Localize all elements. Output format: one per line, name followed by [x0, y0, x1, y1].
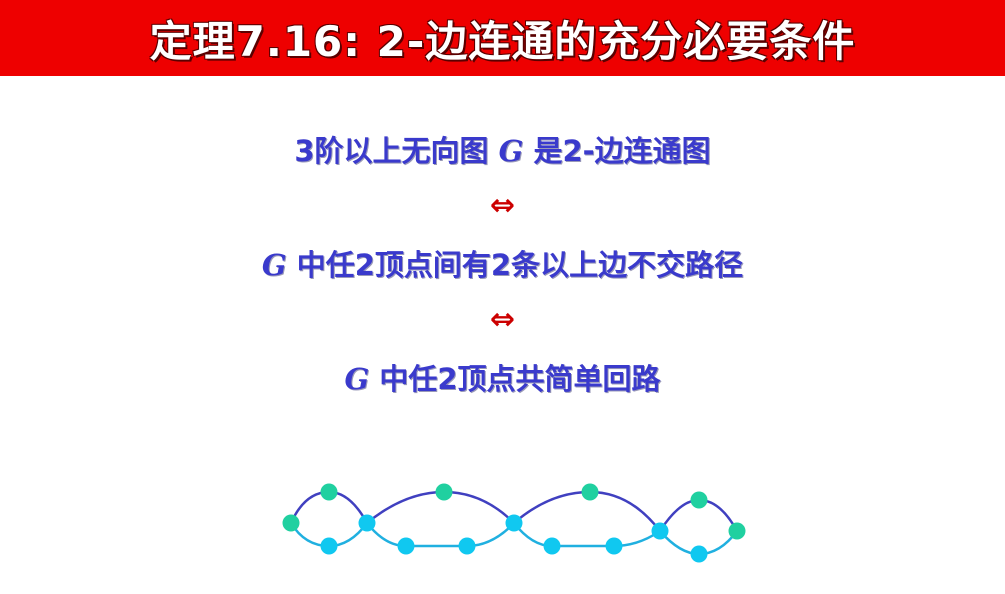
graph-illustration — [282, 483, 746, 563]
statement-1-pre: 3阶以上无向图 — [294, 134, 499, 168]
node — [397, 537, 415, 555]
node — [320, 537, 338, 555]
node — [458, 537, 476, 555]
lower-edge-3 — [513, 522, 661, 548]
statement-3: G 中任2顶点共简单回路 — [0, 356, 1005, 398]
statement-1-g: G — [498, 134, 524, 168]
node — [435, 483, 453, 501]
statement-2-post: 中任2顶点间有2条以上边不交路径 — [286, 248, 744, 282]
node — [320, 483, 338, 501]
statement-3-g: G — [344, 362, 370, 396]
statement-1: 3阶以上无向图 G 是2-边连通图 — [0, 128, 1005, 170]
node — [543, 537, 561, 555]
statement-2: G 中任2顶点间有2条以上边不交路径 — [0, 242, 1005, 284]
node — [605, 537, 623, 555]
node — [581, 483, 599, 501]
statement-3-post: 中任2顶点共简单回路 — [369, 362, 661, 396]
lower-edge-2 — [366, 522, 515, 548]
node — [690, 491, 708, 509]
title-bar: 定理7.16: 2-边连通的充分必要条件 — [0, 0, 1005, 76]
statement-1-post: 是2-边连通图 — [523, 134, 711, 168]
node — [690, 545, 708, 563]
statement-2-g: G — [261, 248, 287, 282]
node — [282, 514, 300, 532]
node — [651, 522, 669, 540]
equivalence-arrow-2: ⇔ — [489, 302, 516, 337]
node — [358, 514, 376, 532]
node — [728, 522, 746, 540]
node — [505, 514, 523, 532]
equivalence-arrow-1: ⇔ — [489, 188, 516, 223]
slide-title: 定理7.16: 2-边连通的充分必要条件 — [149, 16, 856, 66]
